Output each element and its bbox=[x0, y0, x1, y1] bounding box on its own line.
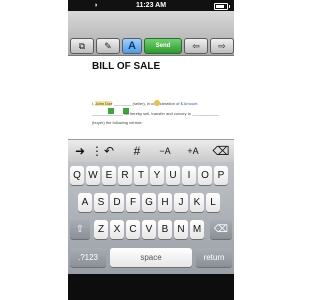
mode-key[interactable]: .?123 bbox=[70, 248, 106, 267]
key-b[interactable]: B bbox=[158, 220, 172, 239]
backspace-icon[interactable]: ⌫ bbox=[210, 220, 232, 239]
key-c[interactable]: C bbox=[126, 220, 140, 239]
document-line: ______________ do hereby sell, transfer … bbox=[92, 111, 219, 116]
prev-page-icon[interactable]: ⇦ bbox=[184, 38, 208, 54]
key-v[interactable]: V bbox=[142, 220, 156, 239]
key-h[interactable]: H bbox=[158, 193, 172, 212]
phone-screen: ◗ 11:23 AM ⧉ ✎ A Send ⇦ ⇨ BILL OF SALE I… bbox=[68, 0, 234, 300]
increase-font-icon[interactable]: +A bbox=[182, 142, 204, 160]
key-u[interactable]: U bbox=[166, 166, 180, 185]
key-r[interactable]: R bbox=[118, 166, 132, 185]
hash-icon[interactable]: # bbox=[126, 142, 148, 160]
pen-icon[interactable]: ✎ bbox=[96, 38, 120, 54]
cursor-handle[interactable] bbox=[154, 100, 160, 106]
battery-icon bbox=[214, 3, 230, 10]
status-bar: ◗ 11:23 AM bbox=[68, 0, 234, 11]
key-p[interactable]: P bbox=[214, 166, 228, 185]
key-q[interactable]: Q bbox=[70, 166, 84, 185]
key-w[interactable]: W bbox=[86, 166, 100, 185]
status-time: 11:23 AM bbox=[135, 2, 167, 9]
key-o[interactable]: O bbox=[198, 166, 212, 185]
key-f[interactable]: F bbox=[126, 193, 140, 212]
format-bar: ➜ ⋮ ↶ # −A +A ⌫ bbox=[68, 139, 234, 163]
document-line: I, John Doe ________ (seller), in consid… bbox=[92, 101, 198, 106]
key-g[interactable]: G bbox=[142, 193, 156, 212]
next-page-icon[interactable]: ⇨ bbox=[210, 38, 234, 54]
key-d[interactable]: D bbox=[110, 193, 124, 212]
key-m[interactable]: M bbox=[190, 220, 204, 239]
document-line: (buyer) the following vehicle: bbox=[92, 120, 143, 125]
key-k[interactable]: K bbox=[190, 193, 204, 212]
key-a[interactable]: A bbox=[78, 193, 92, 212]
key-j[interactable]: J bbox=[174, 193, 188, 212]
shift-icon[interactable]: ⇧ bbox=[70, 220, 90, 239]
key-y[interactable]: Y bbox=[150, 166, 164, 185]
line-text: do hereby sell, transfer and convey to bbox=[124, 111, 191, 116]
font-button[interactable]: A bbox=[122, 38, 142, 54]
line-prefix: I, bbox=[92, 101, 95, 106]
send-button[interactable]: Send bbox=[144, 38, 182, 54]
key-x[interactable]: X bbox=[110, 220, 124, 239]
key-i[interactable]: I bbox=[182, 166, 196, 185]
key-n[interactable]: N bbox=[174, 220, 188, 239]
key-s[interactable]: S bbox=[94, 193, 108, 212]
eraser-icon[interactable]: ⌫ bbox=[210, 142, 232, 160]
return-key[interactable]: return bbox=[196, 248, 232, 267]
seller-name-field[interactable]: John Doe bbox=[95, 101, 113, 106]
document-title: BILL OF SALE bbox=[92, 61, 161, 72]
keyboard: Q W E R T Y U I O P A S D F G H J K L ⇧ … bbox=[68, 162, 234, 274]
bottom-bezel bbox=[68, 274, 234, 300]
document-icon[interactable]: ⧉ bbox=[70, 38, 94, 54]
undo-icon[interactable]: ↶ bbox=[98, 142, 120, 160]
space-key[interactable]: space bbox=[110, 248, 192, 267]
key-z[interactable]: Z bbox=[94, 220, 108, 239]
key-e[interactable]: E bbox=[102, 166, 116, 185]
line-text: (buyer) the following vehicle: bbox=[92, 120, 143, 125]
decrease-font-icon[interactable]: −A bbox=[154, 142, 176, 160]
key-l[interactable]: L bbox=[206, 193, 220, 212]
key-t[interactable]: T bbox=[134, 166, 148, 185]
toolbar: ⧉ ✎ A Send ⇦ ⇨ bbox=[68, 11, 234, 56]
document-view[interactable]: BILL OF SALE I, John Doe ________ (selle… bbox=[68, 56, 234, 139]
amount-field[interactable]: $ Amount bbox=[181, 101, 198, 106]
